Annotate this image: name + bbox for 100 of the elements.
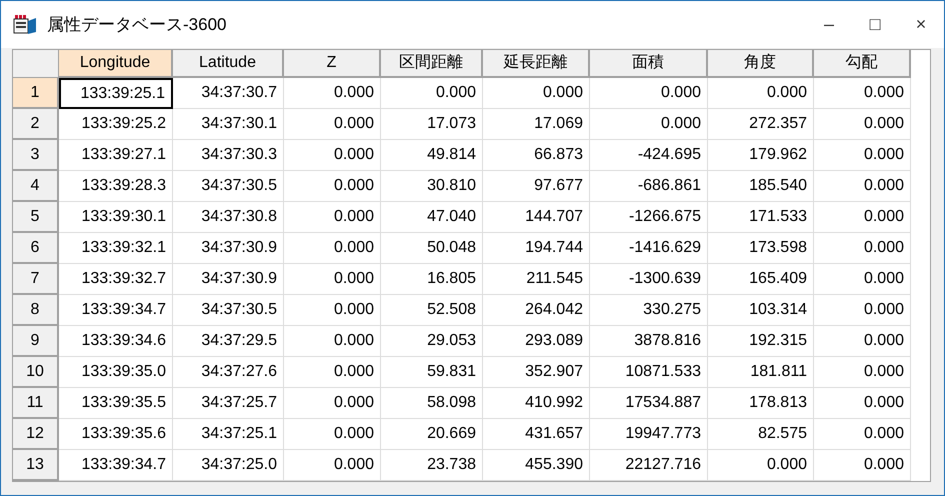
table-cell[interactable]: 47.040 [381, 202, 483, 233]
table-cell[interactable]: 17534.887 [590, 388, 708, 419]
table-cell[interactable]: 10871.533 [590, 357, 708, 388]
table-cell[interactable]: 133:39:30.1 [59, 202, 173, 233]
row-header[interactable]: 4 [13, 171, 59, 202]
table-cell[interactable]: 185.540 [708, 171, 814, 202]
table-cell[interactable]: 0.000 [483, 78, 590, 109]
table-cell[interactable]: 59.831 [381, 357, 483, 388]
table-cell[interactable]: 22127.716 [590, 450, 708, 481]
table-cell[interactable]: 194.744 [483, 233, 590, 264]
table-cell[interactable]: 0.000 [284, 295, 381, 326]
table-cell[interactable]: 30.810 [381, 171, 483, 202]
table-cell[interactable]: 0.000 [284, 264, 381, 295]
table-cell[interactable]: 0.000 [814, 326, 911, 357]
table-cell[interactable]: 19947.773 [590, 419, 708, 450]
table-cell[interactable]: -424.695 [590, 140, 708, 171]
table-cell[interactable]: 133:39:34.7 [59, 295, 173, 326]
column-header[interactable]: 面積 [590, 50, 708, 78]
table-cell[interactable]: 181.811 [708, 357, 814, 388]
row-header[interactable]: 5 [13, 202, 59, 233]
table-cell[interactable]: 431.657 [483, 419, 590, 450]
table-cell[interactable]: 49.814 [381, 140, 483, 171]
row-header[interactable]: 7 [13, 264, 59, 295]
table-cell[interactable]: 16.805 [381, 264, 483, 295]
table-cell[interactable]: 264.042 [483, 295, 590, 326]
table-cell[interactable]: 0.000 [708, 78, 814, 109]
table-cell[interactable]: 133:39:35.5 [59, 388, 173, 419]
table-cell[interactable]: 0.000 [708, 450, 814, 481]
table-cell[interactable]: 0.000 [590, 78, 708, 109]
table-cell[interactable]: 34:37:30.5 [173, 171, 284, 202]
table-cell[interactable]: 178.813 [708, 388, 814, 419]
table-cell[interactable]: 133:39:28.3 [59, 171, 173, 202]
row-header[interactable]: 3 [13, 140, 59, 171]
table-cell[interactable]: 34:37:30.5 [173, 295, 284, 326]
table-cell[interactable]: 133:39:25.2 [59, 109, 173, 140]
table-cell[interactable]: 0.000 [814, 419, 911, 450]
table-cell[interactable]: 0.000 [284, 357, 381, 388]
table-cell[interactable]: 0.000 [814, 233, 911, 264]
table-cell[interactable]: 144.707 [483, 202, 590, 233]
table-cell[interactable]: 50.048 [381, 233, 483, 264]
table-cell[interactable]: 192.315 [708, 326, 814, 357]
table-cell[interactable]: 0.000 [284, 450, 381, 481]
row-header[interactable]: 6 [13, 233, 59, 264]
table-cell[interactable]: 52.508 [381, 295, 483, 326]
row-header[interactable]: 9 [13, 326, 59, 357]
table-cell[interactable]: 133:39:35.0 [59, 357, 173, 388]
table-cell[interactable]: 82.575 [708, 419, 814, 450]
table-cell[interactable]: 165.409 [708, 264, 814, 295]
table-cell[interactable]: 34:37:30.1 [173, 109, 284, 140]
table-cell[interactable]: 34:37:29.5 [173, 326, 284, 357]
table-cell[interactable]: 34:37:30.8 [173, 202, 284, 233]
table-cell[interactable]: 23.738 [381, 450, 483, 481]
table-cell[interactable]: 0.000 [284, 109, 381, 140]
row-header[interactable]: 12 [13, 419, 59, 450]
table-cell[interactable]: 0.000 [814, 357, 911, 388]
row-header[interactable]: 11 [13, 388, 59, 419]
table-cell[interactable]: -1300.639 [590, 264, 708, 295]
table-cell[interactable]: 0.000 [814, 171, 911, 202]
table-cell[interactable]: 17.073 [381, 109, 483, 140]
table-cell[interactable]: 0.000 [814, 295, 911, 326]
table-cell[interactable]: 133:39:35.6 [59, 419, 173, 450]
table-cell[interactable]: 0.000 [284, 326, 381, 357]
table-cell[interactable]: 133:39:34.6 [59, 326, 173, 357]
table-cell[interactable]: 0.000 [284, 233, 381, 264]
table-cell[interactable]: 0.000 [284, 140, 381, 171]
row-header[interactable]: 1 [13, 78, 59, 109]
column-header[interactable]: Latitude [173, 50, 284, 78]
table-cell[interactable]: 0.000 [814, 388, 911, 419]
table-cell[interactable]: 352.907 [483, 357, 590, 388]
table-cell[interactable]: 0.000 [814, 202, 911, 233]
table-cell[interactable]: 34:37:30.7 [173, 78, 284, 109]
table-cell[interactable]: 34:37:25.7 [173, 388, 284, 419]
table-cell[interactable]: 34:37:25.0 [173, 450, 284, 481]
table-cell[interactable]: 34:37:30.9 [173, 264, 284, 295]
table-cell[interactable]: 34:37:30.3 [173, 140, 284, 171]
table-cell[interactable]: 17.069 [483, 109, 590, 140]
table-cell[interactable]: 3878.816 [590, 326, 708, 357]
table-cell[interactable]: 0.000 [284, 171, 381, 202]
table-cell[interactable]: 133:39:25.1 [59, 78, 173, 109]
table-cell[interactable]: 0.000 [284, 388, 381, 419]
column-header[interactable]: 延長距離 [483, 50, 590, 78]
table-cell[interactable]: 133:39:34.7 [59, 450, 173, 481]
minimize-button[interactable]: – [806, 8, 852, 42]
table-cell[interactable]: 34:37:25.1 [173, 419, 284, 450]
table-cell[interactable]: 455.390 [483, 450, 590, 481]
table-cell[interactable]: 29.053 [381, 326, 483, 357]
maximize-button[interactable]: □ [852, 8, 898, 42]
column-header[interactable]: Longitude [59, 50, 173, 78]
table-cell[interactable]: 0.000 [284, 78, 381, 109]
column-header[interactable]: Z [284, 50, 381, 78]
table-cell[interactable]: 0.000 [284, 419, 381, 450]
table-cell[interactable]: 20.669 [381, 419, 483, 450]
table-cell[interactable]: 171.533 [708, 202, 814, 233]
row-header[interactable]: 8 [13, 295, 59, 326]
table-cell[interactable]: 66.873 [483, 140, 590, 171]
table-cell[interactable]: 211.545 [483, 264, 590, 295]
table-cell[interactable]: 173.598 [708, 233, 814, 264]
column-header[interactable]: 角度 [708, 50, 814, 78]
table-cell[interactable]: 330.275 [590, 295, 708, 326]
table-cell[interactable]: 58.098 [381, 388, 483, 419]
